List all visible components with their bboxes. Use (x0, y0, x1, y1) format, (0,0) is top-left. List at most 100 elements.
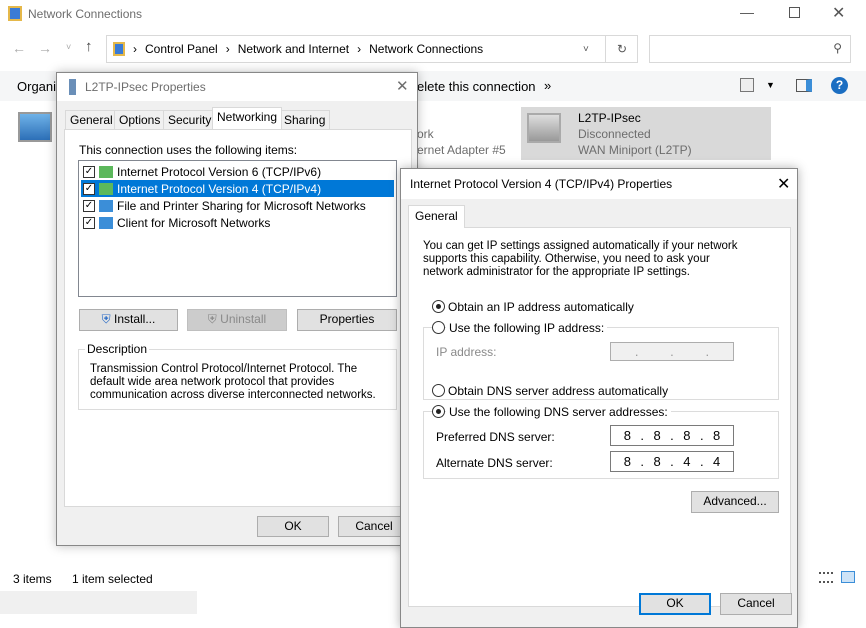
uninstall-button[interactable]: ⛨ Uninstall (187, 309, 287, 331)
maximize-button[interactable] (789, 7, 800, 18)
use-dns-label[interactable]: Use the following DNS server addresses: (446, 405, 671, 419)
uninstall-label: Uninstall (220, 312, 267, 326)
network-component-icon (99, 182, 113, 195)
description-text: Transmission Control Protocol/Internet P… (90, 363, 376, 401)
large-icons-view-icon[interactable] (841, 571, 855, 583)
list-item-selected[interactable]: ✓ Internet Protocol Version 4 (TCP/IPv4) (81, 180, 394, 197)
network-component-icon (99, 199, 113, 212)
install-button[interactable]: ⛨ Install... (79, 309, 178, 331)
use-ip-radio[interactable] (432, 321, 445, 334)
cancel-button[interactable]: Cancel (720, 593, 792, 615)
minimize-button[interactable]: — (740, 4, 754, 20)
tab-sharing[interactable]: Sharing (279, 110, 331, 129)
ipv4-properties-dialog: Internet Protocol Version 4 (TCP/IPv4) P… (400, 168, 798, 628)
forward-button[interactable]: → (38, 40, 52, 56)
recent-dropdown[interactable]: ˅ (66, 42, 71, 52)
list-item-label: Internet Protocol Version 4 (TCP/IPv4) (117, 181, 322, 196)
delete-connection-button[interactable]: elete this connection (417, 79, 536, 94)
address-bar[interactable]: › Control Panel › Network and Internet ›… (106, 35, 638, 63)
back-button[interactable]: ← (12, 40, 26, 56)
tab-general[interactable]: General (65, 110, 118, 129)
obtain-dns-radio[interactable] (432, 384, 445, 397)
ip-address-field: ... (610, 342, 734, 361)
connection-status: ork (417, 127, 434, 141)
ok-button[interactable]: OK (257, 516, 329, 537)
list-item[interactable]: ✓ Internet Protocol Version 6 (TCP/IPv6) (81, 163, 394, 180)
advanced-button[interactable]: Advanced... (691, 491, 779, 513)
octet: 4 (683, 454, 691, 469)
connection-device: ernet Adapter #5 (417, 143, 506, 157)
octet: 8 (713, 428, 721, 443)
search-input[interactable]: ⚲ (649, 35, 851, 63)
connection-icon (527, 113, 561, 143)
use-dns-radio[interactable] (432, 405, 445, 418)
list-item-label: Internet Protocol Version 6 (TCP/IPv6) (117, 164, 322, 179)
alternate-dns-label: Alternate DNS server: (436, 456, 553, 470)
ip-address-label: IP address: (436, 345, 497, 359)
tab-options[interactable]: Options (114, 110, 166, 129)
refresh-icon[interactable]: ↻ (605, 36, 638, 62)
l2tp-properties-dialog: L2TP-IPsec Properties ✕ General Options … (56, 72, 418, 546)
network-folder-icon (113, 42, 125, 56)
list-item[interactable]: ✓ File and Printer Sharing for Microsoft … (81, 197, 394, 214)
tab-networking[interactable]: Networking (212, 107, 283, 129)
use-ip-label[interactable]: Use the following IP address: (446, 321, 608, 335)
obtain-dns-label[interactable]: Obtain DNS server address automatically (448, 384, 669, 398)
list-item-label: Client for Microsoft Networks (117, 215, 271, 230)
status-item-count: 3 items (13, 572, 52, 586)
close-button[interactable]: ✕ (396, 77, 409, 95)
obtain-ip-radio[interactable] (432, 300, 445, 313)
dialog-title: L2TP-IPsec Properties (85, 80, 206, 94)
connection-icon (18, 112, 52, 142)
octet: 4 (713, 454, 721, 469)
checkbox[interactable]: ✓ (83, 216, 95, 229)
up-button[interactable]: ↑ (85, 38, 93, 55)
breadcrumb-separator: › (357, 42, 362, 56)
breadcrumb-separator: › (225, 42, 230, 56)
close-button[interactable]: ✕ (832, 3, 845, 23)
breadcrumb-separator: › (133, 42, 137, 56)
alternate-dns-field[interactable]: 8.8.4.4 (610, 451, 734, 472)
window-title: Network Connections (28, 7, 143, 21)
details-view-icon[interactable] (819, 572, 833, 583)
dialog-title: Internet Protocol Version 4 (TCP/IPv4) P… (410, 177, 673, 191)
list-item[interactable]: ✓ Client for Microsoft Networks (81, 214, 394, 231)
checkbox[interactable]: ✓ (83, 165, 95, 178)
breadcrumb-network-internet[interactable]: Network and Internet (238, 42, 349, 56)
shield-icon: ⛨ (101, 312, 111, 326)
octet: 8 (653, 428, 661, 443)
more-commands-button[interactable]: » (544, 78, 551, 93)
preferred-dns-field[interactable]: 8.8.8.8 (610, 425, 734, 446)
help-icon[interactable]: ? (831, 77, 848, 94)
shield-icon: ⛨ (207, 312, 217, 326)
tab-general[interactable]: General (408, 205, 465, 228)
chevron-down-icon[interactable]: ˅ (583, 44, 589, 55)
obtain-ip-label[interactable]: Obtain an IP address automatically (448, 300, 634, 314)
l2tp-icon (69, 79, 76, 95)
chevron-down-icon[interactable]: ▼ (766, 80, 775, 90)
octet: 8 (623, 454, 631, 469)
properties-button[interactable]: Properties (297, 309, 397, 331)
connection-device: WAN Miniport (L2TP) (578, 143, 692, 157)
breadcrumb-network-connections[interactable]: Network Connections (369, 42, 483, 56)
breadcrumb-control-panel[interactable]: Control Panel (145, 42, 218, 56)
preview-pane-icon[interactable] (796, 79, 812, 92)
connection-l2tp-ipsec[interactable]: L2TP-IPsec Disconnected WAN Miniport (L2… (521, 107, 771, 160)
items-label: This connection uses the following items… (79, 143, 298, 157)
checkbox[interactable]: ✓ (83, 199, 95, 212)
view-options-icon[interactable] (740, 78, 754, 92)
ok-button[interactable]: OK (639, 593, 711, 615)
checkbox[interactable]: ✓ (83, 182, 95, 195)
items-list[interactable]: ✓ Internet Protocol Version 6 (TCP/IPv6) … (78, 160, 397, 297)
close-button[interactable]: ✕ (777, 174, 790, 194)
network-folder-icon (8, 6, 22, 21)
tab-security[interactable]: Security (163, 110, 217, 129)
search-icon: ⚲ (833, 41, 842, 55)
list-item-label: File and Printer Sharing for Microsoft N… (117, 198, 366, 213)
connection-name: L2TP-IPsec (578, 111, 641, 125)
network-component-icon (99, 216, 113, 229)
octet: 8 (683, 428, 691, 443)
taskbar-area (0, 591, 197, 614)
connection-status: Disconnected (578, 127, 651, 141)
network-component-icon (99, 165, 113, 178)
